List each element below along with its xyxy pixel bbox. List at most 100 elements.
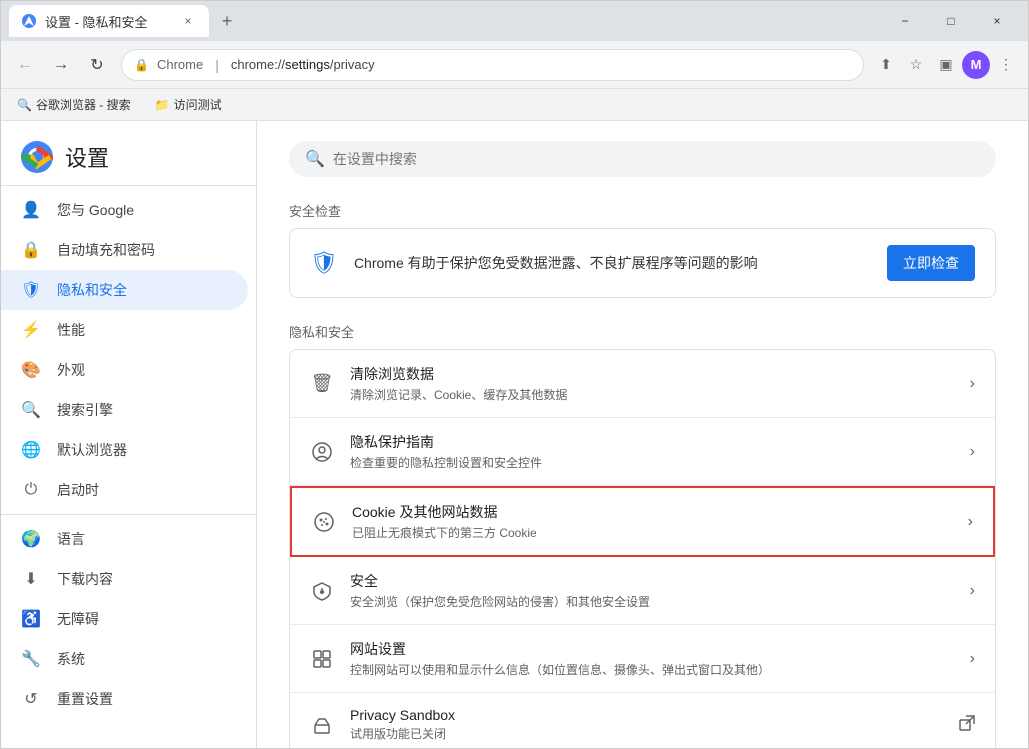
- settings-list: 🗑 清除浏览数据 清除浏览记录、Cookie、缓存及其他数据 ›: [289, 349, 996, 748]
- settings-search-input[interactable]: [333, 151, 980, 167]
- person-icon: 👤: [21, 200, 41, 220]
- folder-icon: 📁: [155, 98, 170, 112]
- main-scroll: 🔍 安全检查 🛡 Chrome 有助于保护您免受数据泄露、不良扩展程序等问题的影…: [257, 121, 1028, 748]
- site-settings-icon: [310, 647, 334, 671]
- cookie-row[interactable]: Cookie 及其他网站数据 已阻止无痕模式下的第三方 Cookie ›: [290, 486, 995, 557]
- security-card: 🛡 Chrome 有助于保护您免受数据泄露、不良扩展程序等问题的影响 立即检查: [289, 228, 996, 298]
- startup-icon: ⏻: [21, 480, 41, 500]
- bookmark-label: 访问测试: [174, 96, 222, 113]
- forward-button[interactable]: →: [45, 49, 77, 81]
- shield-icon: 🛡: [21, 280, 41, 300]
- sidebar-item-search[interactable]: 🔍 搜索引擎: [1, 390, 248, 430]
- sidebar-toggle-button[interactable]: ▣: [932, 51, 960, 79]
- clear-browsing-row[interactable]: 🗑 清除浏览数据 清除浏览记录、Cookie、缓存及其他数据 ›: [290, 350, 995, 418]
- privacy-guide-row[interactable]: 隐私保护指南 检查重要的隐私控制设置和安全控件 ›: [290, 418, 995, 486]
- sidebar: 设置 👤 您与 Google 🔒 自动填充和密码 🛡 隐私和安全 ⚡ 性能 �: [1, 121, 257, 748]
- sidebar-header: 设置: [1, 121, 256, 181]
- new-tab-button[interactable]: +: [213, 7, 241, 35]
- reload-button[interactable]: ↻: [81, 49, 113, 81]
- sidebar-divider: [1, 185, 256, 186]
- row-title: Privacy Sandbox: [350, 707, 943, 723]
- row-subtitle: 安全浏览（保护您免受危险网站的侵害）和其他安全设置: [350, 593, 954, 610]
- bookmarks-bar: 🔍 谷歌浏览器 - 搜索 📁 访问测试: [1, 89, 1028, 121]
- chevron-right-icon: ›: [970, 650, 975, 668]
- download-icon: ⬇: [21, 569, 41, 589]
- privacy-sandbox-row[interactable]: Privacy Sandbox 试用版功能已关闭: [290, 693, 995, 748]
- settings-title: 设置: [65, 141, 109, 173]
- autofill-icon: 🔒: [21, 240, 41, 260]
- sidebar-item-accessibility[interactable]: ♿ 无障碍: [1, 599, 248, 639]
- maximize-button[interactable]: □: [928, 1, 974, 41]
- omnibox-container: 🔒 Chrome | chrome://settings/privacy: [121, 49, 864, 81]
- row-subtitle: 清除浏览记录、Cookie、缓存及其他数据: [350, 386, 954, 403]
- sidebar-item-downloads[interactable]: ⬇ 下载内容: [1, 559, 248, 599]
- more-button[interactable]: ⋮: [992, 51, 1020, 79]
- sidebar-item-performance[interactable]: ⚡ 性能: [1, 310, 248, 350]
- sidebar-item-appearance[interactable]: 🎨 外观: [1, 350, 248, 390]
- profile-button[interactable]: M: [962, 51, 990, 79]
- row-subtitle: 检查重要的隐私控制设置和安全控件: [350, 454, 954, 471]
- row-subtitle: 控制网站可以使用和显示什么信息（如位置信息、摄像头、弹出式窗口及其他）: [350, 661, 954, 678]
- close-button[interactable]: ×: [974, 1, 1020, 41]
- sandbox-icon: [310, 713, 334, 737]
- sidebar-divider2: [1, 514, 256, 515]
- sidebar-item-autofill[interactable]: 🔒 自动填充和密码: [1, 230, 248, 270]
- system-icon: 🔧: [21, 649, 41, 669]
- tab-close-button[interactable]: ×: [179, 12, 197, 30]
- search-icon: 🔍: [21, 400, 41, 420]
- row-subtitle: 已阻止无痕模式下的第三方 Cookie: [352, 524, 952, 541]
- check-now-button[interactable]: 立即检查: [887, 245, 975, 281]
- share-button[interactable]: ⬆: [872, 51, 900, 79]
- row-text: 网站设置 控制网站可以使用和显示什么信息（如位置信息、摄像头、弹出式窗口及其他）: [350, 639, 954, 678]
- sidebar-item-label: 语言: [57, 529, 85, 549]
- reset-icon: ↺: [21, 689, 41, 709]
- site-settings-row[interactable]: 网站设置 控制网站可以使用和显示什么信息（如位置信息、摄像头、弹出式窗口及其他）…: [290, 625, 995, 693]
- address-bar: ← → ↻ 🔒 Chrome | chrome://settings/priva…: [1, 41, 1028, 89]
- active-tab[interactable]: 设置 - 隐私和安全 ×: [9, 5, 209, 37]
- sidebar-item-startup[interactable]: ⏻ 启动时: [1, 470, 248, 510]
- sidebar-item-label: 自动填充和密码: [57, 240, 155, 260]
- row-text: 隐私保护指南 检查重要的隐私控制设置和安全控件: [350, 432, 954, 471]
- settings-search[interactable]: 🔍: [289, 141, 996, 177]
- url-separator: |: [215, 57, 219, 73]
- minimize-button[interactable]: −: [882, 1, 928, 41]
- search-bookmark-icon: 🔍: [17, 98, 32, 112]
- row-subtitle: 试用版功能已关闭: [350, 725, 943, 742]
- sidebar-item-privacy[interactable]: 🛡 隐私和安全: [1, 270, 248, 310]
- chevron-right-icon: ›: [968, 513, 973, 531]
- bookmark-test[interactable]: 📁 访问测试: [147, 94, 230, 115]
- browser-icon: 🌐: [21, 440, 41, 460]
- chrome-logo: [21, 141, 53, 173]
- sidebar-item-label: 系统: [57, 649, 85, 669]
- sidebar-item-reset[interactable]: ↺ 重置设置: [1, 679, 248, 719]
- sidebar-item-label: 性能: [57, 320, 85, 340]
- security-section-title: 安全检查: [289, 201, 996, 220]
- bookmark-button[interactable]: ☆: [902, 51, 930, 79]
- url-display: chrome://settings/privacy: [231, 57, 375, 72]
- bookmark-search[interactable]: 🔍 谷歌浏览器 - 搜索: [9, 94, 139, 115]
- language-icon: 🌍: [21, 529, 41, 549]
- sidebar-item-label: 隐私和安全: [57, 280, 127, 300]
- security-icon: [310, 579, 334, 603]
- back-button[interactable]: ←: [9, 49, 41, 81]
- cookie-icon: [312, 510, 336, 534]
- tab-title: 设置 - 隐私和安全: [45, 12, 171, 31]
- accessibility-icon: ♿: [21, 609, 41, 629]
- privacy-section-title: 隐私和安全: [289, 322, 996, 341]
- security-row[interactable]: 安全 安全浏览（保护您免受危险网站的侵害）和其他安全设置 ›: [290, 557, 995, 625]
- sidebar-item-google[interactable]: 👤 您与 Google: [1, 190, 248, 230]
- chevron-right-icon: ›: [970, 443, 975, 461]
- omnibox[interactable]: 🔒 Chrome | chrome://settings/privacy: [121, 49, 864, 81]
- sidebar-item-default-browser[interactable]: 🌐 默认浏览器: [1, 430, 248, 470]
- row-title: 清除浏览数据: [350, 364, 954, 384]
- address-actions: ⬆ ☆ ▣ M ⋮: [872, 51, 1020, 79]
- lock-icon: 🔒: [134, 58, 149, 72]
- sidebar-item-language[interactable]: 🌍 语言: [1, 519, 248, 559]
- performance-icon: ⚡: [21, 320, 41, 340]
- sidebar-item-system[interactable]: 🔧 系统: [1, 639, 248, 679]
- external-link-icon: [959, 715, 975, 734]
- row-text: Cookie 及其他网站数据 已阻止无痕模式下的第三方 Cookie: [352, 502, 952, 541]
- sidebar-item-label: 搜索引擎: [57, 400, 113, 420]
- settings-search-icon: 🔍: [305, 149, 325, 169]
- chevron-right-icon: ›: [970, 375, 975, 393]
